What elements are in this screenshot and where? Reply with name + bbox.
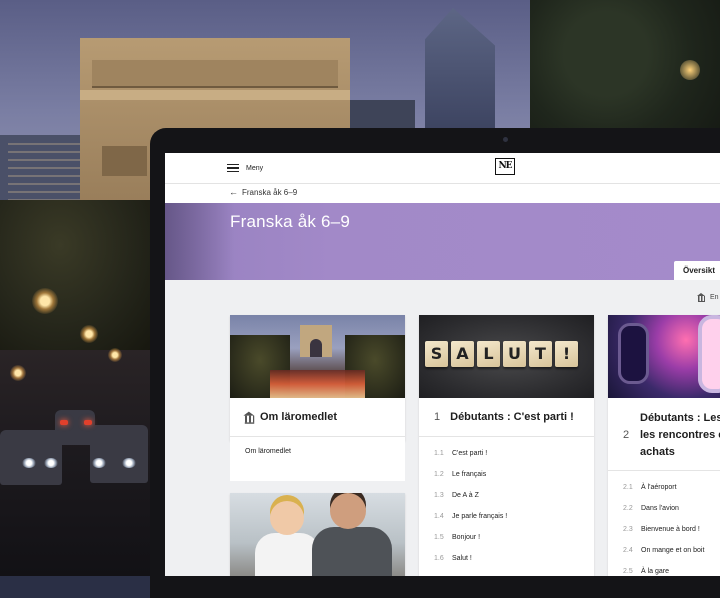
item-number: 1.6 xyxy=(434,555,444,562)
breadcrumb[interactable]: ← Franska åk 6–9 xyxy=(229,187,297,197)
scrabble-tile: U xyxy=(503,341,526,367)
card-title: Débutants : Les xyxy=(640,412,720,424)
item-label[interactable]: De A à Z xyxy=(452,492,479,499)
institution-icon xyxy=(697,293,706,302)
item-label[interactable]: Le français xyxy=(452,471,486,478)
item-label[interactable]: Bonjour ! xyxy=(452,534,480,541)
item-label[interactable]: Je parle français ! xyxy=(452,513,507,520)
airplane-window-image xyxy=(608,315,720,398)
card-title: Débutants : C'est parti ! xyxy=(450,411,574,423)
street-light xyxy=(10,365,26,381)
om-link[interactable]: Om läromedlet xyxy=(245,448,291,455)
scrabble-tile: L xyxy=(477,341,500,367)
scrabble-tile: ! xyxy=(555,341,578,367)
list-item[interactable]: 1.5 Bonjour ! xyxy=(434,534,480,541)
scrabble-tile: A xyxy=(451,341,474,367)
arrow-left-icon[interactable]: ← xyxy=(229,187,238,197)
card-om-laromedlet[interactable]: Om läromedlet Om läromedlet xyxy=(230,315,405,441)
item-number: 2.4 xyxy=(623,547,633,554)
headlight xyxy=(22,458,36,468)
scrabble-tile: T xyxy=(529,341,552,367)
headlight xyxy=(122,458,136,468)
street-light xyxy=(108,348,122,362)
breadcrumb-label[interactable]: Franska åk 6–9 xyxy=(242,188,297,197)
institution-icon xyxy=(243,411,255,424)
list-item[interactable]: 2.3 Bienvenue à bord ! xyxy=(623,526,700,533)
card-title: Om läromedlet xyxy=(260,411,338,423)
item-label[interactable]: C'est parti ! xyxy=(452,450,487,457)
list-item[interactable]: 1.6 Salut ! xyxy=(434,555,472,562)
om-link-label[interactable]: Om läromedlet xyxy=(245,448,291,455)
item-label[interactable]: À l'aéroport xyxy=(641,484,677,491)
street-light xyxy=(32,288,58,314)
chapter-number: 2 xyxy=(623,429,630,441)
tab-overview[interactable]: Översikt xyxy=(674,261,720,280)
arc-de-triomphe-image xyxy=(230,315,405,398)
item-label[interactable]: Salut ! xyxy=(452,555,472,562)
list-item[interactable]: 1.1 C'est parti ! xyxy=(434,450,487,457)
headlight xyxy=(92,458,106,468)
taillight xyxy=(84,420,92,425)
top-bar: Meny NE xyxy=(165,153,720,184)
street-light xyxy=(80,325,98,343)
card-debutants-cest-parti[interactable]: S A L U T ! 1 Débutants : C'est parti ! … xyxy=(419,315,594,576)
card-kids-gaming[interactable] xyxy=(230,493,405,576)
list-item[interactable]: 1.2 Le français xyxy=(434,471,486,478)
list-item[interactable]: 2.2 Dans l'avion xyxy=(623,505,679,512)
item-label[interactable]: À la gare xyxy=(641,568,669,575)
course-banner: Franska åk 6–9 xyxy=(165,203,720,280)
item-label[interactable]: Dans l'avion xyxy=(641,505,679,512)
laptop-screen: Meny NE ← Franska åk 6–9 Franska åk 6–9 … xyxy=(165,153,720,576)
car xyxy=(90,425,148,483)
taillight xyxy=(60,420,68,425)
webcam xyxy=(503,137,508,142)
car xyxy=(55,410,95,445)
menu-button[interactable]: Meny xyxy=(227,161,263,175)
item-number: 2.1 xyxy=(623,484,633,491)
hamburger-icon[interactable] xyxy=(227,163,239,173)
list-item[interactable]: 1.4 Je parle français ! xyxy=(434,513,507,520)
chapter-number: 1 xyxy=(434,411,441,423)
card-title: achats xyxy=(640,446,675,458)
scrabble-tile: S xyxy=(425,341,448,367)
item-label[interactable]: Bienvenue à bord ! xyxy=(641,526,700,533)
list-item[interactable]: 2.5 À la gare xyxy=(623,568,669,575)
item-number: 2.3 xyxy=(623,526,633,533)
card-header: Om läromedlet xyxy=(230,398,405,437)
item-number: 1.4 xyxy=(434,513,444,520)
list-item[interactable]: 2.4 On mange et on boit xyxy=(623,547,704,554)
item-number: 2.5 xyxy=(623,568,633,575)
page-title: Franska åk 6–9 xyxy=(230,212,350,231)
subtab-filter[interactable]: En xyxy=(697,293,719,302)
card-title: les rencontres e xyxy=(640,429,720,441)
item-number: 1.3 xyxy=(434,492,444,499)
headlight xyxy=(44,458,58,468)
trees xyxy=(530,0,720,135)
trees xyxy=(0,200,150,350)
kids-gaming-image xyxy=(230,493,405,576)
card-om-body[interactable]: Om läromedlet xyxy=(230,441,405,481)
item-number: 2.2 xyxy=(623,505,633,512)
item-number: 1.2 xyxy=(434,471,444,478)
scrabble-salut-image: S A L U T ! xyxy=(419,315,594,398)
list-item[interactable]: 2.1 À l'aéroport xyxy=(623,484,677,491)
item-number: 1.1 xyxy=(434,450,444,457)
card-debutants-rencontres[interactable]: 2 Débutants : Les les rencontres e achat… xyxy=(608,315,720,576)
item-number: 1.5 xyxy=(434,534,444,541)
item-label[interactable]: On mange et on boit xyxy=(641,547,704,554)
list-item[interactable]: 1.3 De A à Z xyxy=(434,492,479,499)
ne-logo[interactable]: NE xyxy=(495,158,515,175)
card-header: 2 Débutants : Les les rencontres e achat… xyxy=(608,398,720,471)
card-header: 1 Débutants : C'est parti ! xyxy=(419,398,594,437)
menu-label: Meny xyxy=(246,164,264,172)
skyscraper xyxy=(425,8,495,133)
subtab-label: En xyxy=(710,293,719,301)
